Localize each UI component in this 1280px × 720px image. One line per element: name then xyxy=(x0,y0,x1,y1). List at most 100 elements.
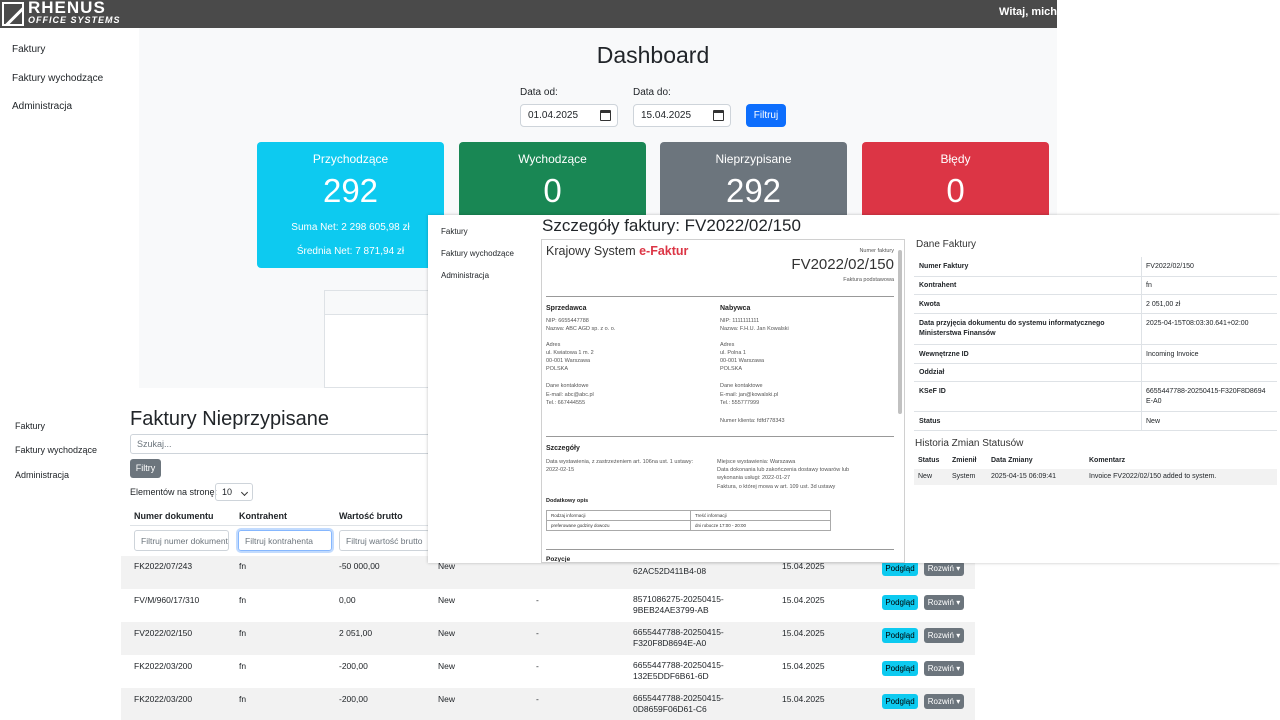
search-input[interactable]: Szukaj... xyxy=(130,434,440,454)
divider xyxy=(1141,277,1142,294)
issue-place: Miejsce wystawienia: Warszawa xyxy=(717,459,796,465)
field-key: Kwota xyxy=(919,301,940,308)
cell-dash: - xyxy=(536,595,539,605)
filter-gross-input[interactable]: Filtruj wartość brutto xyxy=(339,530,430,551)
preview-button[interactable]: Podgląd xyxy=(882,694,918,709)
sidebar-item-faktury-wychodzace[interactable]: Faktury wychodzące xyxy=(15,445,97,455)
chart-panel xyxy=(324,290,434,388)
invoice-field-row: Data przyjęcia dokumentu do systemu info… xyxy=(914,314,1277,345)
invoice-document-preview[interactable]: Krajowy System e-Faktur Numer faktury FV… xyxy=(541,239,905,563)
cell-contractor: fn xyxy=(239,628,247,638)
history-status: New xyxy=(918,473,933,480)
issue-date-label: Data wystawienia, z zastrzeżeniem art. 1… xyxy=(546,459,694,465)
sidebar-item-faktury[interactable]: Faktury xyxy=(15,421,45,431)
delivery-date-label: Data dokonania lub zakończenia dostawy t… xyxy=(717,467,850,473)
seller-heading: Sprzedawca xyxy=(546,305,587,312)
ksef-part: 6655447788-20250415- xyxy=(633,660,724,670)
card-value: 292 xyxy=(322,172,379,209)
history-column-comment: Komentarz xyxy=(1089,457,1126,464)
date-to-input[interactable]: 15.04.2025 xyxy=(633,104,731,127)
positions-heading: Pozycje xyxy=(546,556,571,563)
preview-button[interactable]: Podgląd xyxy=(882,595,918,610)
cell-dash: - xyxy=(536,628,539,638)
history-comment: Invoice FV2022/02/150 added to system. xyxy=(1089,473,1217,480)
ksef-part: 6655447788-20250415- xyxy=(633,627,724,637)
invoice-field-row: KSeF ID 6655447788-20250415-F320F8D8694E… xyxy=(914,382,1277,412)
preview-button[interactable]: Podgląd xyxy=(882,628,918,643)
chart-panel-header xyxy=(325,291,433,315)
card-title: Błędy xyxy=(940,152,971,166)
sidebar-item-faktury-wychodzace[interactable]: Faktury wychodzące xyxy=(12,73,103,84)
brand-highlight: e-Faktur xyxy=(639,244,689,258)
preview-button[interactable]: Podgląd xyxy=(882,661,918,676)
ksef-part: 0D8659F06D61-C6 xyxy=(633,704,707,714)
cell-number: FK2022/07/243 xyxy=(134,561,193,571)
cell-gross: -200,00 xyxy=(339,661,368,671)
cell-ksef-id: 6655447788-20250415- F320F8D8694E-A0 xyxy=(633,627,724,649)
expand-label: Rozwiń xyxy=(927,664,954,673)
page-title: Szczegóły faktury: FV2022/02/150 xyxy=(542,216,801,235)
per-page-label: Elementów na stronę: xyxy=(130,487,218,497)
sidebar-item-administracja[interactable]: Administracja xyxy=(15,470,69,480)
column-header-contractor[interactable]: Kontrahent xyxy=(239,511,287,521)
table-row[interactable]: FV2022/02/150 fn 2 051,00 New - 66554477… xyxy=(121,622,975,655)
filter-button[interactable]: Filtruj xyxy=(746,104,786,127)
sidebar-item-faktury[interactable]: Faktury xyxy=(441,227,468,236)
cell-status: New xyxy=(438,694,456,704)
sidebar-item-faktury-wychodzace[interactable]: Faktury wychodzące xyxy=(441,249,514,258)
field-value: fn xyxy=(1146,282,1152,289)
expand-button[interactable]: Rozwiń ▾ xyxy=(924,694,964,709)
sidebar-item-administracja[interactable]: Administracja xyxy=(12,101,72,112)
column-header-gross[interactable]: Wartość brutto xyxy=(339,511,403,521)
expand-button[interactable]: Rozwiń ▾ xyxy=(924,561,964,576)
user-greeting[interactable]: Witaj, mich xyxy=(999,6,1057,18)
calendar-icon[interactable] xyxy=(713,110,724,121)
calendar-icon[interactable] xyxy=(600,110,611,121)
per-page-select[interactable]: 10 xyxy=(215,483,253,501)
filter-contractor-input[interactable]: Filtruj kontrahenta xyxy=(238,530,332,551)
field-value: New xyxy=(1146,418,1161,425)
document-scrollbar[interactable] xyxy=(898,250,902,414)
cell-ksef-id: 8571086275-20250415- 9BEB24AE3799-AB xyxy=(633,594,724,616)
divider xyxy=(1141,295,1142,313)
date-from-input[interactable]: 01.04.2025 xyxy=(520,104,618,127)
sidebar: Faktury Faktury wychodzące Administracja xyxy=(428,215,535,558)
filters-button[interactable]: Filtry xyxy=(130,459,161,478)
divider xyxy=(1141,412,1142,430)
buyer-nip: NIP: 1111111111 xyxy=(720,318,760,324)
filter-number-input[interactable]: Filtruj numer dokumentu xyxy=(134,530,229,551)
invoice-field-row: Oddział xyxy=(914,364,1277,382)
invoice-number: FV2022/02/150 xyxy=(791,256,894,273)
brand-text: Krajowy System xyxy=(546,244,640,258)
expand-label: Rozwiń xyxy=(927,631,954,640)
table-row[interactable]: FV/M/960/17/310 fn 0,00 New - 8571086275… xyxy=(121,589,975,622)
expand-button[interactable]: Rozwiń ▾ xyxy=(924,595,964,610)
history-changed-by: System xyxy=(952,473,976,480)
logo-title: RHENUS xyxy=(28,0,106,17)
table-row[interactable]: FK2022/03/200 fn -200,00 New - 665544778… xyxy=(121,655,975,688)
column-header-number[interactable]: Numer dokumentu xyxy=(134,511,214,521)
buyer-address-line: ul. Polna 1 xyxy=(720,350,746,356)
preview-button[interactable]: Podgląd xyxy=(882,561,918,576)
expand-button[interactable]: Rozwiń ▾ xyxy=(924,628,964,643)
buyer-email: E-mail: jan@kowalski.pl xyxy=(720,392,779,398)
cell-gross: -50 000,00 xyxy=(339,561,380,571)
sidebar-item-faktury[interactable]: Faktury xyxy=(12,44,45,55)
sidebar-item-administracja[interactable]: Administracja xyxy=(441,271,489,280)
expand-button[interactable]: Rozwiń ▾ xyxy=(924,661,964,676)
caret-down-icon: ▾ xyxy=(956,664,961,673)
caret-down-icon: ▾ xyxy=(956,631,961,640)
table-cell: preferowane godziny dowozu xyxy=(546,520,691,531)
buyer-address-heading: Adres xyxy=(720,342,735,348)
expand-label: Rozwiń xyxy=(927,598,954,607)
card-incoming[interactable]: Przychodzące 292 Suma Net: 2 298 605,98 … xyxy=(257,142,444,268)
cell-dash: - xyxy=(536,694,539,704)
buyer-client-number: Numer klienta: fdfd778343 xyxy=(720,418,785,424)
card-value: 292 xyxy=(725,172,782,209)
divider xyxy=(1141,382,1142,411)
rhenus-logo[interactable]: RHENUS OFFICE SYSTEMS xyxy=(2,0,121,28)
issue-date: 2022-02-15 xyxy=(546,467,575,473)
table-row[interactable]: FK2022/03/200 fn -200,00 New - 665544778… xyxy=(121,688,975,720)
invoice-field-row: Wewnętrzne ID Incoming Invoice xyxy=(914,345,1277,364)
card-average: Średnia Net: 7 871,94 zł xyxy=(296,246,405,257)
